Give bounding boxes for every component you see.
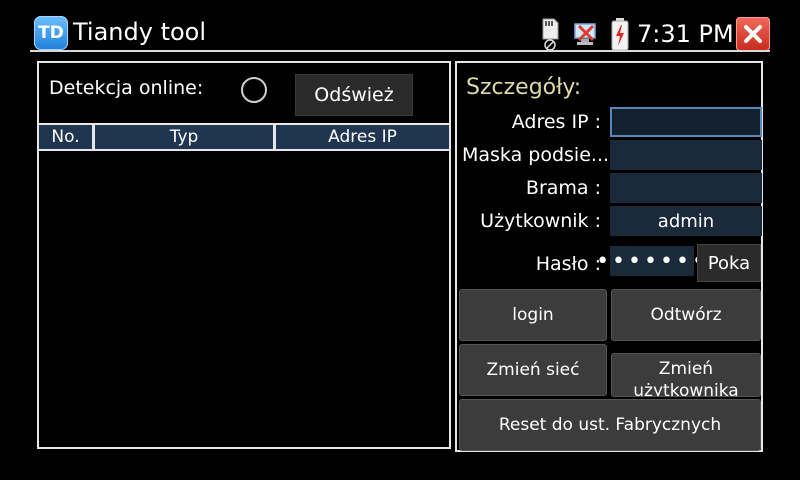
change-network-button[interactable]: Zmień sieć	[459, 344, 607, 396]
column-type[interactable]: Typ	[95, 125, 276, 149]
title-divider	[30, 50, 770, 52]
show-password-button[interactable]: Poka	[697, 244, 761, 282]
password-input[interactable]: •••••••	[596, 246, 705, 276]
username-label: Użytkownik :	[480, 210, 601, 232]
close-icon	[744, 25, 762, 43]
column-number[interactable]: No.	[39, 125, 95, 149]
app-title: Tiandy tool	[73, 18, 207, 46]
battery-charging-icon	[611, 18, 629, 51]
gateway-label: Brama :	[525, 177, 601, 199]
device-list[interactable]	[39, 151, 449, 447]
app-logo: TD	[34, 16, 68, 50]
gateway-input[interactable]	[610, 173, 762, 203]
username-input[interactable]: admin	[610, 206, 762, 236]
device-table-header: No. Typ Adres IP	[39, 123, 449, 151]
sd-card-icon	[542, 18, 559, 51]
login-button[interactable]: login	[459, 289, 607, 341]
details-panel: Szczegóły: Adres IP : Maska podsie... Br…	[455, 61, 763, 452]
change-user-button[interactable]: Zmień użytkownika	[611, 353, 761, 397]
detection-panel: Detekcja online: Odśwież No. Typ Adres I…	[37, 61, 451, 449]
factory-reset-button[interactable]: Reset do ust. Fabrycznych	[459, 399, 761, 451]
network-disconnected-icon	[574, 23, 596, 45]
details-title: Szczegóły:	[466, 75, 582, 100]
restore-button[interactable]: Odtwórz	[611, 289, 761, 341]
ip-address-input[interactable]	[610, 107, 762, 137]
column-ip-address[interactable]: Adres IP	[276, 125, 449, 149]
refresh-button[interactable]: Odśwież	[295, 74, 413, 116]
subnet-mask-label: Maska podsie...	[462, 144, 610, 166]
ip-address-label: Adres IP :	[511, 111, 601, 133]
subnet-mask-input[interactable]	[610, 140, 762, 170]
close-button[interactable]	[736, 17, 770, 51]
title-bar: TD Tiandy tool 7:31 PM	[0, 0, 800, 52]
password-label: Hasło :	[535, 253, 601, 275]
detection-status-indicator[interactable]	[241, 77, 267, 103]
online-detection-label: Detekcja online:	[49, 77, 204, 99]
clock: 7:31 PM	[637, 20, 734, 48]
